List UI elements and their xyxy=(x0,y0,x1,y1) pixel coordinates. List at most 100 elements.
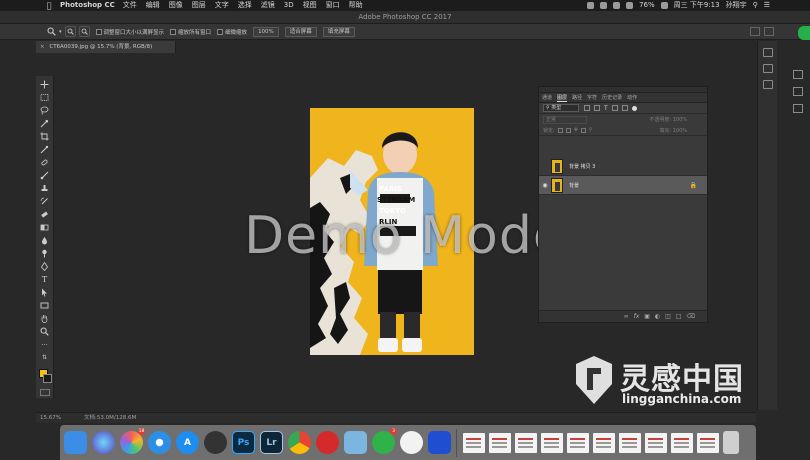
quick-select-tool-icon[interactable] xyxy=(39,118,51,129)
hand-tool-icon[interactable] xyxy=(39,313,51,324)
more-tools-icon[interactable]: ··· xyxy=(39,339,51,350)
history-panel-icon[interactable] xyxy=(762,48,773,57)
blend-mode-select[interactable]: 正常 xyxy=(543,115,587,124)
checkbox-box[interactable] xyxy=(95,28,102,35)
siri-icon[interactable] xyxy=(92,431,115,454)
checkbox-box[interactable] xyxy=(170,28,177,35)
lock-position-icon[interactable]: ✚ xyxy=(574,127,578,133)
checkbox-box[interactable] xyxy=(217,28,224,35)
filter-adjustment-icon[interactable] xyxy=(594,105,600,111)
healing-brush-tool-icon[interactable] xyxy=(39,157,51,168)
scrubby-zoom-checkbox[interactable]: 细微缩放 xyxy=(217,28,247,36)
zoom-all-windows-checkbox[interactable]: 缩放所有窗口 xyxy=(170,28,211,36)
tab-history[interactable]: 历史记录 xyxy=(602,94,622,101)
collapse-panels-icon[interactable] xyxy=(793,70,803,79)
workspace-switcher-icon[interactable] xyxy=(764,27,774,36)
resize-windows-checkbox[interactable]: 调整窗口大小以满屏显示 xyxy=(95,28,164,36)
new-layer-icon[interactable]: □ xyxy=(676,313,682,320)
chevron-down-icon[interactable]: ▾ xyxy=(59,29,62,35)
recent-document-icon[interactable] xyxy=(645,432,667,453)
clock[interactable]: 周三 下午9:13 xyxy=(674,0,720,11)
menu-3d[interactable]: 3D xyxy=(284,0,294,11)
lightroom-icon[interactable]: Lr xyxy=(260,431,283,454)
menu-filter[interactable]: 滤镜 xyxy=(261,0,275,11)
lock-pixels-icon[interactable] xyxy=(565,127,571,133)
marquee-tool-icon[interactable] xyxy=(39,92,51,103)
path-select-tool-icon[interactable] xyxy=(39,287,51,298)
recent-document-icon[interactable] xyxy=(515,432,537,453)
menu-image[interactable]: 图像 xyxy=(169,0,183,11)
link-layers-icon[interactable]: ∞ xyxy=(624,313,629,320)
recent-document-icon[interactable] xyxy=(489,432,511,453)
brush-tool-icon[interactable] xyxy=(39,170,51,181)
lock-icon[interactable]: 🔒 xyxy=(690,182,697,189)
lock-artboard-icon[interactable] xyxy=(580,127,586,133)
new-group-icon[interactable]: ◫ xyxy=(665,313,671,320)
adjustment-layer-icon[interactable]: ◐ xyxy=(655,313,660,320)
zoom-100-button[interactable]: 100% xyxy=(253,26,279,37)
finder-icon[interactable] xyxy=(64,431,87,454)
chat-bubble-icon[interactable] xyxy=(798,26,810,40)
volume-icon[interactable] xyxy=(626,2,634,9)
user-name[interactable]: 孙翔宇 xyxy=(726,0,747,11)
lasso-tool-icon[interactable] xyxy=(39,105,51,116)
tab-character[interactable]: 字符 xyxy=(587,94,597,101)
clone-stamp-tool-icon[interactable] xyxy=(39,183,51,194)
recent-document-icon[interactable] xyxy=(671,432,693,453)
safari-icon[interactable] xyxy=(148,431,171,454)
recent-document-icon[interactable] xyxy=(619,432,641,453)
tab-channels[interactable]: 通道 xyxy=(542,94,552,101)
eye-icon[interactable]: ◉ xyxy=(539,182,551,189)
filter-smart-object-icon[interactable] xyxy=(621,105,628,111)
layer-name[interactable]: 背景 xyxy=(569,182,579,189)
sliders-icon[interactable] xyxy=(793,104,803,113)
opacity-control[interactable]: 不透明度: 100% xyxy=(649,116,687,123)
menu-window[interactable]: 窗口 xyxy=(326,0,340,11)
recent-document-icon[interactable] xyxy=(593,432,615,453)
recent-document-icon[interactable] xyxy=(697,432,719,453)
add-mask-icon[interactable]: ▣ xyxy=(644,313,650,320)
document-tab[interactable]: × CT6A0039.jpg @ 15.7% (背景, RGB/8) xyxy=(36,41,176,53)
apple-icon[interactable]:  xyxy=(44,0,54,11)
type-tool-icon[interactable]: T xyxy=(39,274,51,285)
photoshop-icon[interactable]: Ps xyxy=(232,431,255,454)
tab-layers[interactable]: 图层 xyxy=(557,94,568,102)
recent-document-icon[interactable] xyxy=(567,432,589,453)
cloud-status-icon[interactable] xyxy=(600,2,608,9)
adjustments-panel-icon[interactable] xyxy=(762,80,773,89)
menu-select[interactable]: 选择 xyxy=(238,0,252,11)
fit-screen-button[interactable]: 适合屏幕 xyxy=(284,26,317,37)
tab-paths[interactable]: 路径 xyxy=(572,94,582,101)
tab-actions[interactable]: 动作 xyxy=(627,94,637,101)
layer-row-selected[interactable]: ◉ 背景 🔒 xyxy=(539,176,707,195)
background-color-swatch[interactable] xyxy=(43,374,52,383)
menu-layer[interactable]: 图层 xyxy=(192,0,206,11)
battery-percent[interactable]: 76% xyxy=(639,0,655,11)
photo-app-icon[interactable] xyxy=(428,431,451,454)
eyedropper-tool-icon[interactable] xyxy=(39,144,51,155)
fill-value[interactable]: 100% xyxy=(673,128,687,134)
opacity-value[interactable]: 100% xyxy=(673,117,687,123)
brush-settings-icon[interactable] xyxy=(793,87,803,96)
wechat-icon[interactable]: 3 xyxy=(372,428,397,454)
wifi-icon[interactable] xyxy=(613,2,621,9)
close-icon[interactable]: × xyxy=(40,44,45,50)
menu-type[interactable]: 文字 xyxy=(215,0,229,11)
search-icon[interactable]: ⚲ xyxy=(753,0,758,11)
layer-name[interactable]: 背景 拷贝 3 xyxy=(569,163,595,170)
menu-help[interactable]: 帮助 xyxy=(349,0,363,11)
color-swap-icon[interactable]: ⇅ xyxy=(39,352,51,363)
fill-screen-button[interactable]: 填充屏幕 xyxy=(322,26,355,37)
lock-transparent-icon[interactable] xyxy=(557,127,563,133)
quick-mask-icon[interactable] xyxy=(40,389,50,396)
menu-view[interactable]: 视图 xyxy=(303,0,317,11)
chrome-icon[interactable] xyxy=(288,431,311,454)
preview-icon[interactable] xyxy=(344,431,367,454)
filter-pixel-icon[interactable] xyxy=(584,105,590,111)
trash-icon[interactable] xyxy=(723,431,739,454)
baidu-netdisk-icon[interactable] xyxy=(400,431,423,454)
lock-all-icon[interactable]: ⚲ xyxy=(589,127,593,133)
menu-edit[interactable]: 编辑 xyxy=(146,0,160,11)
battery-icon[interactable] xyxy=(660,2,668,9)
app-store-icon[interactable]: A xyxy=(176,431,199,454)
